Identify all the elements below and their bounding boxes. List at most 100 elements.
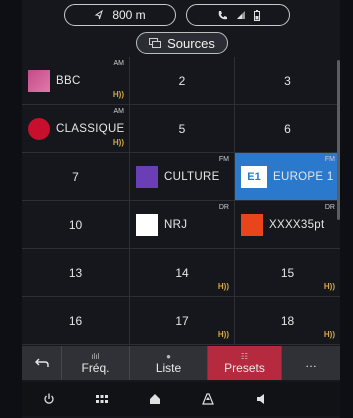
preset-number: 7 bbox=[72, 169, 79, 184]
band-label: FM bbox=[218, 156, 229, 163]
preset-cell[interactable]: 6 bbox=[235, 105, 340, 153]
station: E1 EUROPE 1 bbox=[235, 165, 340, 188]
station-logo-culture bbox=[136, 165, 158, 188]
signal-icon bbox=[236, 10, 246, 20]
station: CLASSIQUE bbox=[22, 117, 129, 140]
tab-liste-label: Liste bbox=[155, 360, 182, 375]
station-name: CULTURE bbox=[164, 170, 220, 183]
hd-radio-icon: H)) bbox=[323, 282, 335, 291]
preset-number: 2 bbox=[178, 73, 186, 88]
band-label: AM bbox=[113, 60, 125, 67]
system-bar bbox=[22, 382, 340, 416]
hd-radio-icon: H)) bbox=[112, 90, 124, 99]
hd-radio-icon: H)) bbox=[217, 330, 229, 339]
preset-number: 18 bbox=[280, 313, 295, 328]
phone-icon bbox=[217, 10, 228, 21]
battery-icon bbox=[253, 9, 260, 21]
hd-radio-icon: H)) bbox=[323, 330, 335, 339]
preset-cell[interactable]: 15 H)) bbox=[235, 249, 340, 297]
presets-icon: ☷ bbox=[240, 351, 249, 361]
more-label: … bbox=[305, 356, 317, 370]
station-logo-nrj bbox=[136, 213, 158, 236]
preset-number: 17 bbox=[175, 313, 189, 328]
volume-icon bbox=[256, 393, 266, 405]
band-label: DR bbox=[218, 204, 229, 211]
station-name: XXXX35pt bbox=[269, 218, 325, 231]
nav-arrow-icon bbox=[94, 10, 104, 20]
preset-number: 10 bbox=[68, 217, 83, 232]
apps-button[interactable] bbox=[75, 382, 128, 416]
hd-radio-icon: H)) bbox=[112, 138, 124, 147]
station-logo-bbc bbox=[28, 69, 50, 92]
navigation-button[interactable] bbox=[181, 382, 234, 416]
home-button[interactable] bbox=[128, 382, 181, 416]
equalizer-icon: ılıl bbox=[91, 351, 100, 361]
tab-presets[interactable]: ☷ Presets bbox=[208, 346, 282, 380]
nav-distance: 800 m bbox=[112, 8, 146, 22]
status-row: 800 m bbox=[22, 4, 340, 28]
band-label: AM bbox=[113, 108, 125, 115]
preset-cell[interactable]: 10 bbox=[22, 201, 130, 249]
preset-number: 14 bbox=[175, 265, 189, 280]
phone-pill[interactable] bbox=[186, 4, 290, 26]
sources-label: Sources bbox=[167, 35, 215, 51]
tab-liste[interactable]: ● Liste bbox=[130, 346, 208, 380]
station-logo-inter bbox=[241, 213, 263, 236]
preset-cell[interactable]: 2 bbox=[130, 57, 235, 105]
station: CULTURE bbox=[130, 165, 234, 188]
hd-radio-icon: H)) bbox=[217, 282, 229, 291]
preset-number: 13 bbox=[68, 265, 83, 280]
preset-cell[interactable]: 13 bbox=[22, 249, 130, 297]
list-icon: ● bbox=[166, 351, 171, 361]
sources-icon bbox=[149, 38, 162, 48]
band-label: DR bbox=[324, 204, 335, 211]
preset-number: 5 bbox=[178, 121, 186, 136]
band-label: FM bbox=[324, 156, 335, 163]
station-logo-europe: E1 bbox=[241, 165, 267, 188]
station: XXXX35pt bbox=[235, 213, 340, 236]
station-logo-classique bbox=[28, 117, 50, 140]
scrollbar[interactable] bbox=[337, 60, 340, 220]
tab-freq[interactable]: ılıl Fréq. bbox=[62, 346, 130, 380]
station-name: EUROPE 1 bbox=[273, 170, 334, 183]
home-icon bbox=[149, 393, 161, 405]
station: BBC bbox=[22, 69, 129, 92]
preset-cell[interactable]: NRJ DR bbox=[130, 201, 235, 249]
navigation-pill[interactable]: 800 m bbox=[64, 4, 176, 26]
preset-grid: BBC AM H)) 2 3 CLASSIQUE AM H)) 5 6 7 CULTURE FM E1 EU… bbox=[22, 57, 340, 345]
preset-number: 6 bbox=[284, 121, 291, 136]
volume-button[interactable] bbox=[234, 382, 287, 416]
preset-cell[interactable]: 7 bbox=[22, 153, 130, 201]
tab-freq-label: Fréq. bbox=[81, 360, 110, 375]
sources-button[interactable]: Sources bbox=[136, 32, 228, 54]
preset-cell[interactable]: 3 bbox=[235, 57, 340, 105]
preset-cell[interactable]: 17 H)) bbox=[130, 297, 235, 345]
preset-number: 3 bbox=[284, 73, 291, 88]
preset-number: 16 bbox=[68, 313, 83, 328]
back-icon bbox=[34, 358, 49, 368]
tab-bar: ılıl Fréq. ● Liste ☷ Presets … bbox=[22, 346, 340, 380]
power-button[interactable] bbox=[22, 382, 75, 416]
preset-cell[interactable]: CLASSIQUE AM H)) bbox=[22, 105, 130, 153]
preset-cell[interactable]: 14 H)) bbox=[130, 249, 235, 297]
preset-cell[interactable]: 16 bbox=[22, 297, 130, 345]
preset-cell[interactable]: 18 H)) bbox=[235, 297, 340, 345]
power-icon bbox=[43, 393, 55, 405]
preset-cell[interactable]: BBC AM H)) bbox=[22, 57, 130, 105]
station-name: NRJ bbox=[164, 218, 188, 231]
station-name: CLASSIQUE bbox=[56, 122, 125, 135]
apps-icon bbox=[95, 395, 108, 403]
sysbar-spacer bbox=[287, 382, 340, 416]
navigation-icon bbox=[201, 393, 215, 405]
preset-number: 15 bbox=[280, 265, 295, 280]
preset-cell[interactable]: 5 bbox=[130, 105, 235, 153]
preset-cell[interactable]: CULTURE FM bbox=[130, 153, 235, 201]
preset-cell[interactable]: XXXX35pt DR bbox=[235, 201, 340, 249]
tab-presets-label: Presets bbox=[224, 360, 265, 375]
more-button[interactable]: … bbox=[282, 346, 340, 380]
station: NRJ bbox=[130, 213, 234, 236]
preset-cell[interactable]: E1 EUROPE 1 FM bbox=[235, 153, 340, 201]
back-button[interactable] bbox=[22, 346, 62, 380]
radio-screen: 800 m Sources BBC AM H)) 2 3 CLASSIQUE AM H)) 5 6… bbox=[22, 0, 340, 418]
station-name: BBC bbox=[56, 74, 81, 87]
